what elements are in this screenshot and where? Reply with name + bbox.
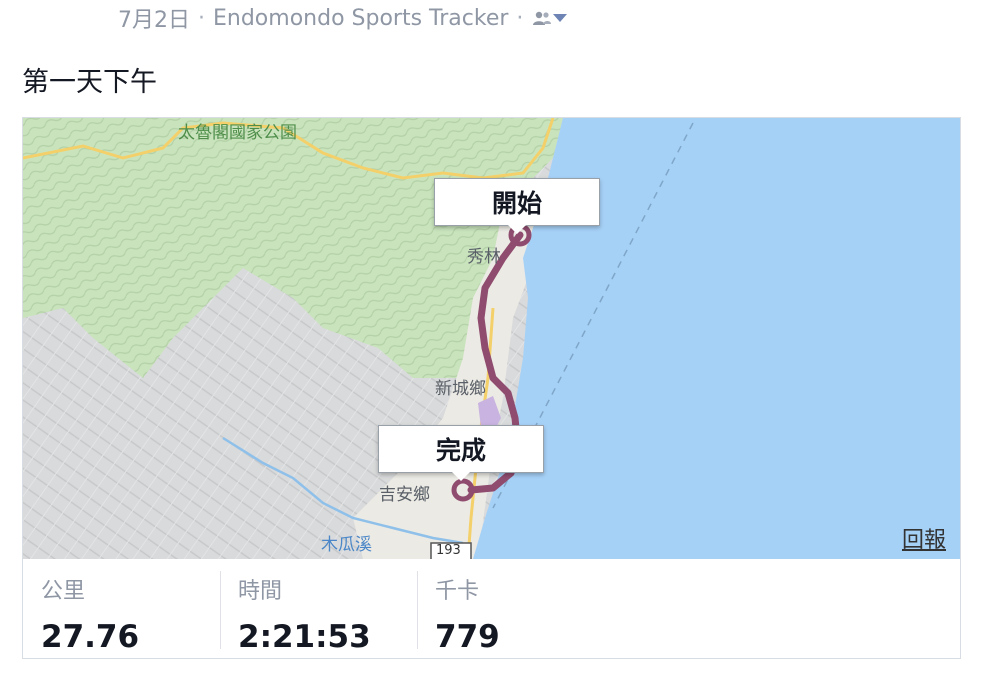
chevron-down-icon — [553, 14, 568, 22]
app-name-link[interactable]: Endomondo Sports Tracker — [213, 6, 508, 31]
meta-separator: · — [198, 5, 205, 31]
stat-calories: 千卡 779 — [417, 559, 614, 658]
report-link[interactable]: 回報 — [902, 522, 946, 554]
map-label-xincheng: 新城鄉 — [435, 379, 486, 399]
stat-value: 779 — [435, 619, 500, 655]
map-label-river: 木瓜溪 — [321, 535, 372, 555]
stat-duration: 時間 2:21:53 — [220, 559, 417, 658]
stats-bar: 公里 27.76 時間 2:21:53 千卡 779 — [23, 559, 960, 658]
road-number-label: 193 — [436, 543, 461, 558]
route-map[interactable]: 太魯閣國家公園 秀林 新城鄉 吉安鄉 木瓜溪 193 開始 完成 回報 — [23, 118, 960, 559]
finish-marker[interactable]: 完成 — [378, 425, 544, 473]
stat-value: 2:21:53 — [238, 619, 371, 655]
map-label-jian: 吉安鄉 — [379, 485, 430, 505]
stat-label: 公里 — [41, 579, 86, 604]
stat-value: 27.76 — [41, 619, 140, 655]
start-marker[interactable]: 開始 — [434, 178, 600, 226]
map-label-park: 太魯閣國家公園 — [178, 123, 297, 143]
post-meta: 7月2日 · Endomondo Sports Tracker · — [118, 2, 568, 34]
stat-label: 時間 — [238, 579, 283, 604]
post-title: 第一天下午 — [22, 67, 157, 98]
meta-separator-2: · — [516, 5, 524, 31]
stat-distance: 公里 27.76 — [23, 559, 220, 658]
post-date[interactable]: 7月2日 — [118, 2, 190, 34]
stat-label: 千卡 — [435, 579, 480, 604]
activity-card[interactable]: 太魯閣國家公園 秀林 新城鄉 吉安鄉 木瓜溪 193 開始 完成 回報 公里 2… — [22, 117, 961, 659]
friends-icon — [533, 11, 552, 25]
audience-selector[interactable] — [533, 10, 568, 26]
map-label-xiulin: 秀林 — [467, 247, 501, 267]
